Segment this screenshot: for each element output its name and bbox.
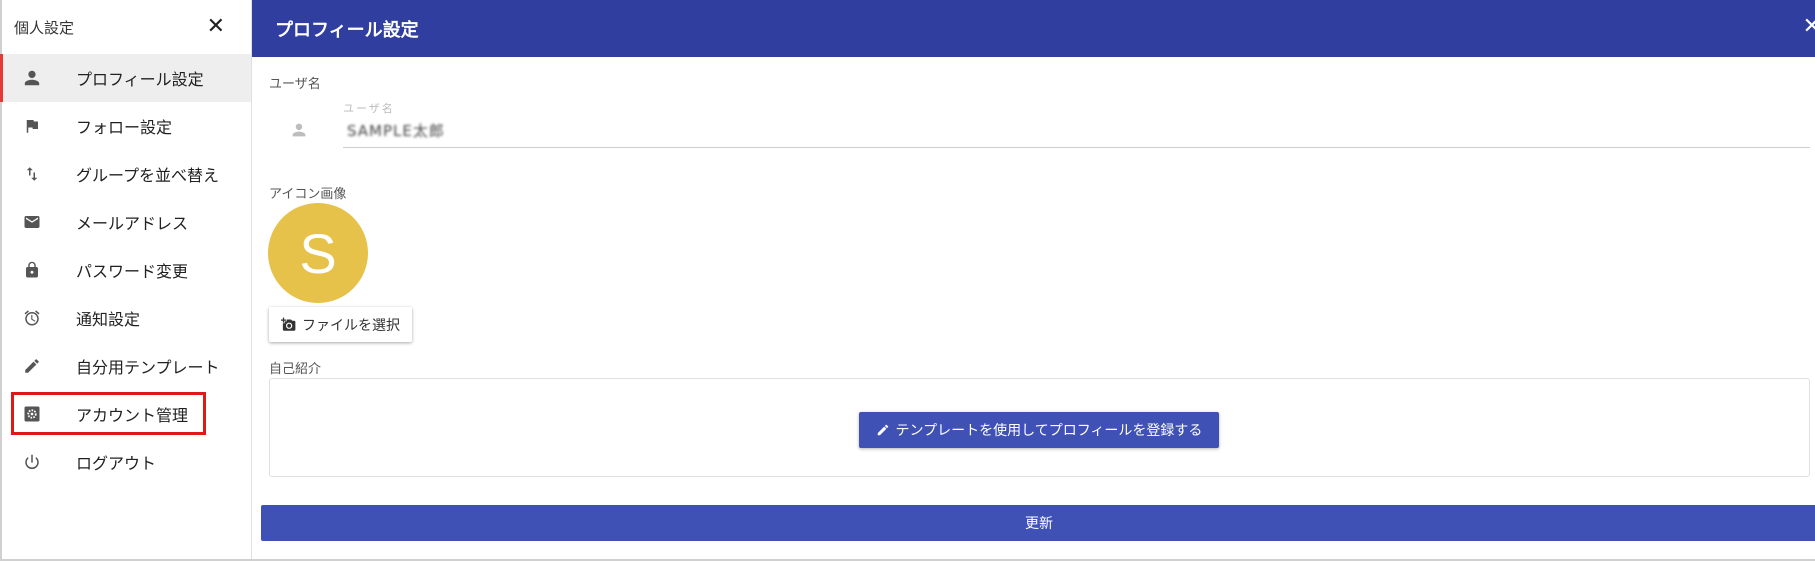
- choose-file-label: ファイルを選択: [302, 317, 400, 334]
- sidebar-item-follow[interactable]: フォロー設定: [2, 102, 251, 150]
- sidebar-item-label: 通知設定: [76, 310, 141, 329]
- alarm-icon: [22, 308, 42, 328]
- mail-icon: [22, 212, 42, 232]
- swap-vert-icon: [22, 164, 42, 184]
- sidebar-item-profile[interactable]: プロフィール設定: [0, 54, 251, 102]
- person-icon: [291, 122, 307, 142]
- sidebar-title: 個人設定: [14, 18, 75, 37]
- username-input[interactable]: ユーザ名 SAMPLE太郎: [343, 94, 1810, 148]
- person-icon: [22, 68, 42, 88]
- profile-settings-panel: プロフィール設定 ✕ ユーザ名 ユーザ名 SAMPLE太郎 アイコン画像 S フ…: [252, 0, 1815, 561]
- flag-icon: [22, 116, 42, 136]
- sidebar-item-password[interactable]: パスワード変更: [2, 246, 251, 294]
- sidebar-item-logout[interactable]: ログアウト: [2, 438, 251, 486]
- pencil-icon: [876, 423, 890, 437]
- sidebar-item-group-sort[interactable]: グループを並べ替え: [2, 150, 251, 198]
- sidebar-item-email[interactable]: メールアドレス: [2, 198, 251, 246]
- close-icon[interactable]: ✕: [207, 16, 225, 38]
- sidebar-item-label: グループを並べ替え: [76, 166, 220, 185]
- username-field: ユーザ名 SAMPLE太郎: [263, 94, 1810, 148]
- use-template-label: テンプレートを使用してプロフィールを登録する: [895, 423, 1203, 439]
- camera-icon: [281, 317, 296, 332]
- choose-file-button[interactable]: ファイルを選択: [269, 307, 412, 342]
- sidebar-header: 個人設定 ✕: [2, 0, 251, 54]
- sidebar-item-my-templates[interactable]: 自分用テンプレート: [2, 342, 251, 390]
- gear-icon: [22, 404, 42, 424]
- username-label: ユーザ名: [269, 77, 321, 92]
- sidebar-item-account[interactable]: アカウント管理: [2, 390, 251, 438]
- self-intro-label: 自己紹介: [269, 362, 322, 377]
- username-value: SAMPLE太郎: [347, 122, 445, 140]
- sidebar-item-label: フォロー設定: [76, 118, 173, 137]
- panel-header: プロフィール設定 ✕: [252, 0, 1815, 57]
- icon-image-label: アイコン画像: [269, 187, 347, 202]
- use-template-button[interactable]: テンプレートを使用してプロフィールを登録する: [859, 412, 1219, 448]
- app-window: 個人設定 ✕ プロフィール設定 フォロー設定 グループを並べ替え メールアドレス…: [0, 0, 1815, 561]
- lock-icon: [22, 260, 42, 280]
- page-title: プロフィール設定: [275, 19, 419, 41]
- sidebar-item-label: プロフィール設定: [76, 70, 204, 89]
- avatar: S: [268, 203, 368, 303]
- self-intro-area[interactable]: テンプレートを使用してプロフィールを登録する: [269, 378, 1810, 477]
- sidebar-menu: プロフィール設定 フォロー設定 グループを並べ替え メールアドレス パスワード変…: [0, 54, 251, 486]
- close-icon[interactable]: ✕: [1803, 14, 1815, 39]
- power-icon: [22, 452, 42, 472]
- pencil-icon: [22, 356, 42, 376]
- username-caption: ユーザ名: [343, 102, 395, 115]
- sidebar-item-label: パスワード変更: [76, 262, 189, 281]
- sidebar-item-label: メールアドレス: [76, 214, 189, 233]
- sidebar-item-label: アカウント管理: [76, 406, 189, 425]
- settings-sidebar: 個人設定 ✕ プロフィール設定 フォロー設定 グループを並べ替え メールアドレス…: [0, 0, 251, 561]
- sidebar-item-label: 自分用テンプレート: [76, 358, 220, 377]
- update-button[interactable]: 更新: [261, 505, 1815, 541]
- sidebar-item-notifications[interactable]: 通知設定: [2, 294, 251, 342]
- sidebar-item-label: ログアウト: [76, 454, 157, 473]
